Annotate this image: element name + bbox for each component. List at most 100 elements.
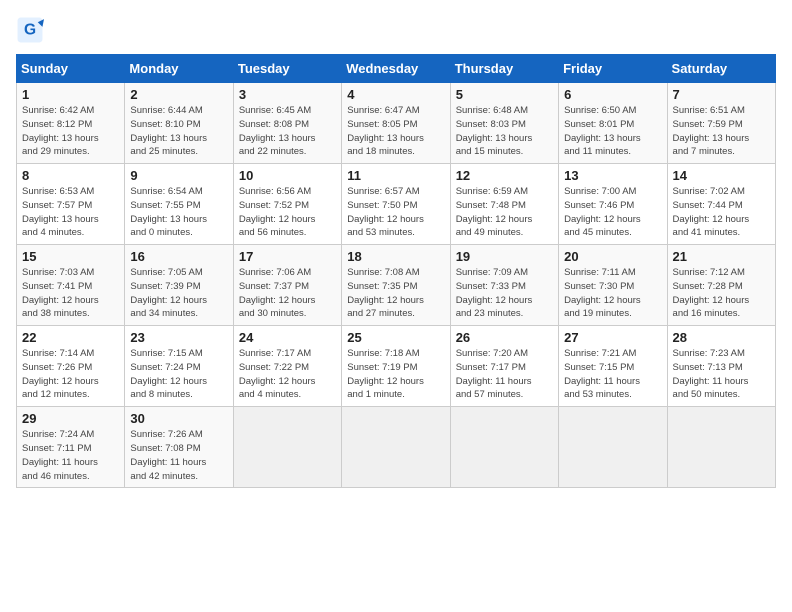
- calendar-cell: 1 Sunrise: 6:42 AM Sunset: 8:12 PM Daylig…: [17, 83, 125, 164]
- calendar-cell: 23Sunrise: 7:15 AM Sunset: 7:24 PM Dayli…: [125, 326, 233, 407]
- calendar-cell: 22Sunrise: 7:14 AM Sunset: 7:26 PM Dayli…: [17, 326, 125, 407]
- calendar-cell: 17 Sunrise: 7:06 AM Sunset: 7:37 PM Dayli…: [233, 245, 341, 326]
- logo: G: [16, 16, 48, 44]
- day-info: Sunrise: 6:44 AM Sunset: 8:10 PM Dayligh…: [130, 104, 227, 159]
- day-number: 26: [456, 330, 553, 345]
- day-number: 30: [130, 411, 227, 426]
- calendar-cell: 13 Sunrise: 7:00 AM Sunset: 7:46 PM Dayli…: [559, 164, 667, 245]
- day-info: Sunrise: 7:20 AM Sunset: 7:17 PM Dayligh…: [456, 347, 553, 402]
- weekday-header-friday: Friday: [559, 55, 667, 83]
- day-number: 11: [347, 168, 444, 183]
- day-number: 27: [564, 330, 661, 345]
- day-number: 7: [673, 87, 770, 102]
- day-info: Sunrise: 7:09 AM Sunset: 7:33 PM Dayligh…: [456, 266, 553, 321]
- calendar-cell: 11 Sunrise: 6:57 AM Sunset: 7:50 PM Dayli…: [342, 164, 450, 245]
- day-info: Sunrise: 7:00 AM Sunset: 7:46 PM Dayligh…: [564, 185, 661, 240]
- weekday-header-wednesday: Wednesday: [342, 55, 450, 83]
- calendar-cell: [233, 407, 341, 488]
- calendar-cell: 3Sunrise: 6:45 AM Sunset: 8:08 PM Daylig…: [233, 83, 341, 164]
- day-number: 6: [564, 87, 661, 102]
- header: G: [16, 16, 776, 44]
- day-number: 13: [564, 168, 661, 183]
- day-number: 24: [239, 330, 336, 345]
- calendar-cell: 6 Sunrise: 6:50 AM Sunset: 8:01 PM Daylig…: [559, 83, 667, 164]
- calendar-cell: [450, 407, 558, 488]
- day-info: Sunrise: 6:53 AM Sunset: 7:57 PM Dayligh…: [22, 185, 119, 240]
- day-info: Sunrise: 7:12 AM Sunset: 7:28 PM Dayligh…: [673, 266, 770, 321]
- calendar-cell: 2 Sunrise: 6:44 AM Sunset: 8:10 PM Daylig…: [125, 83, 233, 164]
- calendar-cell: 25 Sunrise: 7:18 AM Sunset: 7:19 PM Dayli…: [342, 326, 450, 407]
- day-number: 28: [673, 330, 770, 345]
- weekday-header-saturday: Saturday: [667, 55, 775, 83]
- calendar-cell: 19 Sunrise: 7:09 AM Sunset: 7:33 PM Dayli…: [450, 245, 558, 326]
- day-number: 18: [347, 249, 444, 264]
- day-number: 1: [22, 87, 119, 102]
- day-number: 9: [130, 168, 227, 183]
- day-info: Sunrise: 7:06 AM Sunset: 7:37 PM Dayligh…: [239, 266, 336, 321]
- calendar-cell: 24 Sunrise: 7:17 AM Sunset: 7:22 PM Dayli…: [233, 326, 341, 407]
- day-number: 17: [239, 249, 336, 264]
- day-info: Sunrise: 7:21 AM Sunset: 7:15 PM Dayligh…: [564, 347, 661, 402]
- calendar-cell: 27 Sunrise: 7:21 AM Sunset: 7:15 PM Dayli…: [559, 326, 667, 407]
- calendar-cell: 18Sunrise: 7:08 AM Sunset: 7:35 PM Dayli…: [342, 245, 450, 326]
- day-number: 25: [347, 330, 444, 345]
- day-info: Sunrise: 6:48 AM Sunset: 8:03 PM Dayligh…: [456, 104, 553, 159]
- day-number: 5: [456, 87, 553, 102]
- day-number: 19: [456, 249, 553, 264]
- calendar-cell: 26 Sunrise: 7:20 AM Sunset: 7:17 PM Dayli…: [450, 326, 558, 407]
- day-number: 21: [673, 249, 770, 264]
- day-number: 15: [22, 249, 119, 264]
- calendar-week-row-3: 15 Sunrise: 7:03 AM Sunset: 7:41 PM Dayli…: [17, 245, 776, 326]
- calendar-cell: 29Sunrise: 7:24 AM Sunset: 7:11 PM Dayli…: [17, 407, 125, 488]
- day-info: Sunrise: 7:05 AM Sunset: 7:39 PM Dayligh…: [130, 266, 227, 321]
- calendar-week-row-4: 22Sunrise: 7:14 AM Sunset: 7:26 PM Dayli…: [17, 326, 776, 407]
- weekday-header-tuesday: Tuesday: [233, 55, 341, 83]
- day-number: 23: [130, 330, 227, 345]
- day-info: Sunrise: 7:18 AM Sunset: 7:19 PM Dayligh…: [347, 347, 444, 402]
- day-info: Sunrise: 7:11 AM Sunset: 7:30 PM Dayligh…: [564, 266, 661, 321]
- day-info: Sunrise: 7:02 AM Sunset: 7:44 PM Dayligh…: [673, 185, 770, 240]
- day-info: Sunrise: 6:59 AM Sunset: 7:48 PM Dayligh…: [456, 185, 553, 240]
- svg-text:G: G: [24, 22, 36, 39]
- calendar-week-row-2: 8 Sunrise: 6:53 AM Sunset: 7:57 PM Daylig…: [17, 164, 776, 245]
- calendar-cell: 16Sunrise: 7:05 AM Sunset: 7:39 PM Dayli…: [125, 245, 233, 326]
- calendar-cell: 21 Sunrise: 7:12 AM Sunset: 7:28 PM Dayli…: [667, 245, 775, 326]
- day-info: Sunrise: 6:42 AM Sunset: 8:12 PM Dayligh…: [22, 104, 119, 159]
- day-number: 2: [130, 87, 227, 102]
- day-info: Sunrise: 7:03 AM Sunset: 7:41 PM Dayligh…: [22, 266, 119, 321]
- day-info: Sunrise: 7:24 AM Sunset: 7:11 PM Dayligh…: [22, 428, 119, 483]
- day-number: 20: [564, 249, 661, 264]
- day-info: Sunrise: 6:47 AM Sunset: 8:05 PM Dayligh…: [347, 104, 444, 159]
- calendar-cell: 10Sunrise: 6:56 AM Sunset: 7:52 PM Dayli…: [233, 164, 341, 245]
- day-info: Sunrise: 6:51 AM Sunset: 7:59 PM Dayligh…: [673, 104, 770, 159]
- day-number: 12: [456, 168, 553, 183]
- day-number: 14: [673, 168, 770, 183]
- day-info: Sunrise: 7:23 AM Sunset: 7:13 PM Dayligh…: [673, 347, 770, 402]
- calendar-week-row-5: 29Sunrise: 7:24 AM Sunset: 7:11 PM Dayli…: [17, 407, 776, 488]
- calendar-cell: [342, 407, 450, 488]
- calendar-cell: 4 Sunrise: 6:47 AM Sunset: 8:05 PM Daylig…: [342, 83, 450, 164]
- calendar-cell: 14 Sunrise: 7:02 AM Sunset: 7:44 PM Dayli…: [667, 164, 775, 245]
- day-info: Sunrise: 7:26 AM Sunset: 7:08 PM Dayligh…: [130, 428, 227, 483]
- logo-icon: G: [16, 16, 44, 44]
- calendar-cell: 30 Sunrise: 7:26 AM Sunset: 7:08 PM Dayli…: [125, 407, 233, 488]
- day-info: Sunrise: 6:54 AM Sunset: 7:55 PM Dayligh…: [130, 185, 227, 240]
- day-info: Sunrise: 6:57 AM Sunset: 7:50 PM Dayligh…: [347, 185, 444, 240]
- day-info: Sunrise: 7:17 AM Sunset: 7:22 PM Dayligh…: [239, 347, 336, 402]
- day-info: Sunrise: 6:56 AM Sunset: 7:52 PM Dayligh…: [239, 185, 336, 240]
- weekday-header-monday: Monday: [125, 55, 233, 83]
- day-info: Sunrise: 7:14 AM Sunset: 7:26 PM Dayligh…: [22, 347, 119, 402]
- calendar-table: SundayMondayTuesdayWednesdayThursdayFrid…: [16, 54, 776, 488]
- calendar-week-row-1: 1 Sunrise: 6:42 AM Sunset: 8:12 PM Daylig…: [17, 83, 776, 164]
- calendar-cell: 15 Sunrise: 7:03 AM Sunset: 7:41 PM Dayli…: [17, 245, 125, 326]
- calendar-cell: [559, 407, 667, 488]
- day-info: Sunrise: 6:50 AM Sunset: 8:01 PM Dayligh…: [564, 104, 661, 159]
- day-info: Sunrise: 6:45 AM Sunset: 8:08 PM Dayligh…: [239, 104, 336, 159]
- weekday-header-thursday: Thursday: [450, 55, 558, 83]
- weekday-header-row: SundayMondayTuesdayWednesdayThursdayFrid…: [17, 55, 776, 83]
- day-number: 8: [22, 168, 119, 183]
- calendar-cell: 9 Sunrise: 6:54 AM Sunset: 7:55 PM Daylig…: [125, 164, 233, 245]
- calendar-cell: 5 Sunrise: 6:48 AM Sunset: 8:03 PM Daylig…: [450, 83, 558, 164]
- day-number: 4: [347, 87, 444, 102]
- calendar-cell: 7 Sunrise: 6:51 AM Sunset: 7:59 PM Daylig…: [667, 83, 775, 164]
